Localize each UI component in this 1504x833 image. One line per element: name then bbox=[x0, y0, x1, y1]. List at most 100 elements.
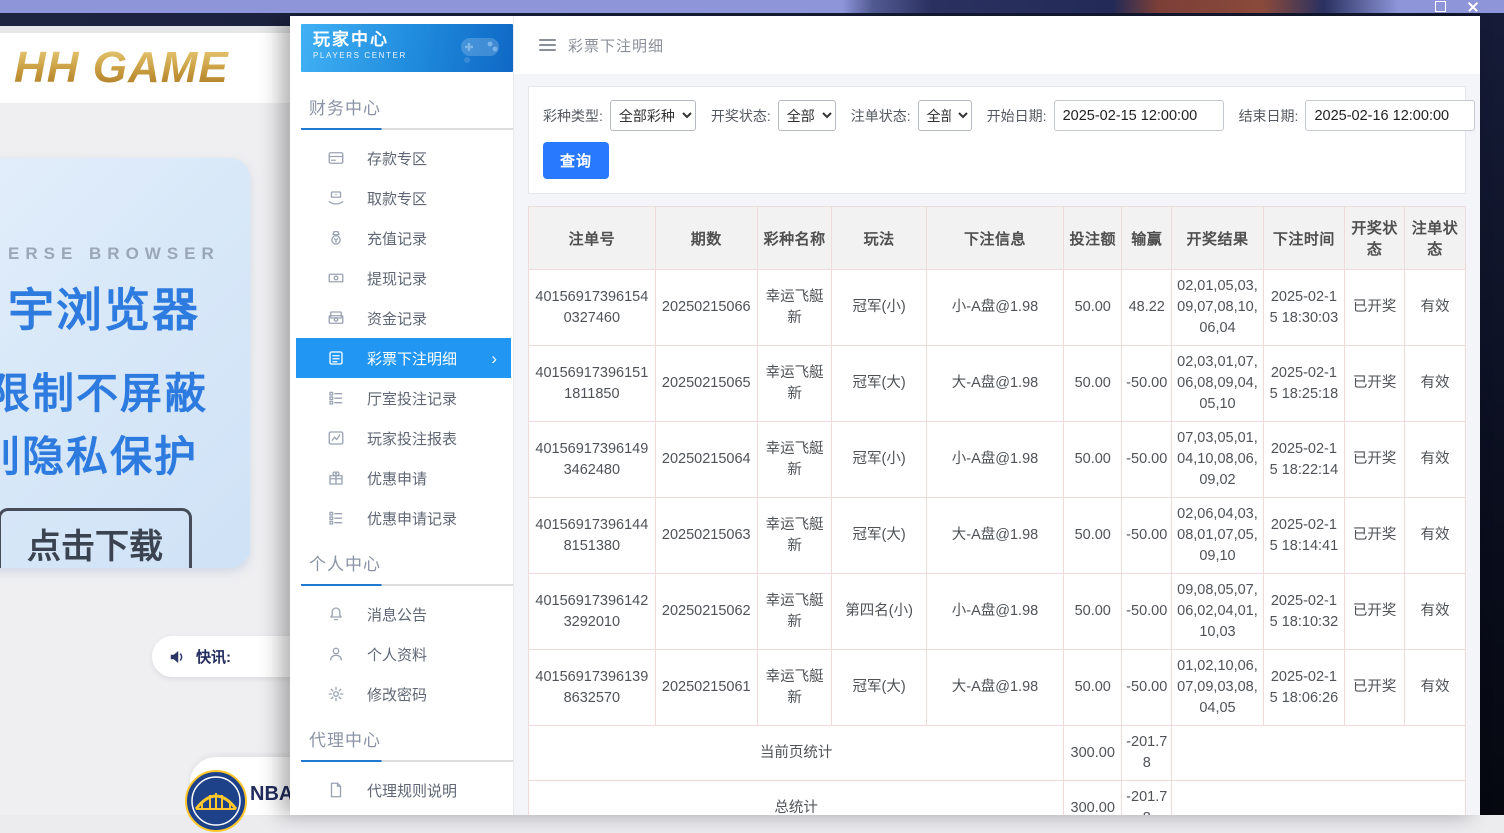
site-header: HH GAME bbox=[0, 33, 290, 103]
news-label: 快讯: bbox=[196, 646, 231, 667]
summary-empty bbox=[1172, 726, 1466, 781]
sidebar-item-withdraw-records[interactable]: 提现记录 bbox=[296, 258, 511, 298]
window-close-button[interactable] bbox=[1468, 2, 1478, 12]
sidebar-item-label: 消息公告 bbox=[367, 604, 427, 625]
nba-widget: NBA bbox=[190, 757, 290, 815]
speaker-icon bbox=[168, 648, 187, 666]
summary-win-total: -201.78 bbox=[1122, 781, 1172, 815]
sidebar: 玩家中心 PLAYERS CENTER 财务中心存款专区取款专区充值记录提现记录… bbox=[290, 16, 514, 815]
start-date-input[interactable] bbox=[1054, 100, 1224, 131]
table-cell: 02,06,04,03,08,01,07,05,09,10 bbox=[1172, 498, 1263, 574]
table-cell: 有效 bbox=[1405, 346, 1466, 422]
sidebar-item-label: 玩家投注报表 bbox=[367, 428, 457, 449]
browser-promo-banner[interactable]: ERSE BROWSER 宇浏览器 限制不屏蔽 别隐私保护 点击下载 bbox=[0, 158, 250, 568]
table-cell: 冠军(大) bbox=[832, 498, 926, 574]
table-cell: -50.00 bbox=[1122, 650, 1172, 726]
sidebar-item-change-password[interactable]: 修改密码 bbox=[296, 674, 511, 714]
moneybag-icon bbox=[327, 229, 345, 247]
column-header: 注单号 bbox=[529, 207, 656, 270]
card-icon bbox=[327, 149, 345, 167]
sidebar-item-funds-records[interactable]: 资金记录 bbox=[296, 298, 511, 338]
table-cell: 幸运飞艇新 bbox=[757, 346, 832, 422]
nba-label: NBA bbox=[250, 783, 293, 806]
column-header: 下注信息 bbox=[926, 207, 1064, 270]
lottery-type-select[interactable]: 全部彩种 bbox=[610, 100, 696, 131]
funds-icon bbox=[327, 309, 345, 327]
table-cell: 冠军(小) bbox=[832, 270, 926, 346]
summary-bet-total: 300.00 bbox=[1064, 726, 1122, 781]
sidebar-item-messages[interactable]: 消息公告 bbox=[296, 594, 511, 634]
menu-toggle-icon[interactable] bbox=[539, 39, 556, 51]
section-divider bbox=[301, 584, 513, 586]
file-icon bbox=[327, 781, 345, 799]
table-cell: 2025-02-15 18:30:03 bbox=[1263, 270, 1345, 346]
table-cell: 01,02,10,06,07,09,03,08,04,05 bbox=[1172, 650, 1263, 726]
window-maximize-button[interactable] bbox=[1435, 1, 1446, 12]
table-cell: 401569173961540327460 bbox=[529, 270, 656, 346]
table-cell: 大-A盘@1.98 bbox=[926, 498, 1064, 574]
promo-tagline-2: 别隐私保护 bbox=[0, 423, 250, 484]
table-cell: 已开奖 bbox=[1345, 498, 1405, 574]
search-button[interactable]: 查询 bbox=[543, 142, 609, 179]
sidebar-item-lottery-bet-details[interactable]: 彩票下注明细› bbox=[296, 338, 511, 378]
page-top-strip bbox=[0, 26, 290, 33]
sidebar-section-label: 个人中心 bbox=[290, 538, 513, 577]
summary-label: 总统计 bbox=[529, 781, 1064, 815]
table-cell: 50.00 bbox=[1064, 422, 1122, 498]
table-cell: 第四名(小) bbox=[832, 574, 926, 650]
column-header: 开奖结果 bbox=[1172, 207, 1263, 270]
table-cell: 09,08,05,07,06,02,04,01,10,03 bbox=[1172, 574, 1263, 650]
order-status-label: 注单状态: bbox=[851, 106, 911, 126]
background-page: HH GAME ERSE BROWSER 宇浏览器 限制不屏蔽 别隐私保护 点击… bbox=[0, 26, 290, 815]
sidebar-item-promo-apply-records[interactable]: 优惠申请记录 bbox=[296, 498, 511, 538]
gamepad-icon bbox=[457, 30, 503, 64]
column-header: 注单状态 bbox=[1405, 207, 1466, 270]
sidebar-item-agent-rules[interactable]: 代理规则说明 bbox=[296, 770, 511, 810]
table-cell: 小-A盘@1.98 bbox=[926, 422, 1064, 498]
sidebar-item-hall-bet-records[interactable]: 厅室投注记录 bbox=[296, 378, 511, 418]
sidebar-item-recharge-records[interactable]: 充值记录 bbox=[296, 218, 511, 258]
column-header: 玩法 bbox=[832, 207, 926, 270]
column-header: 开奖状态 bbox=[1345, 207, 1405, 270]
table-cell: 401569173961448151380 bbox=[529, 498, 656, 574]
sidebar-item-deposit-zone[interactable]: 存款专区 bbox=[296, 138, 511, 178]
sidebar-item-promo-apply[interactable]: 优惠申请 bbox=[296, 458, 511, 498]
table-row: 40156917396144815138020250215063幸运飞艇新冠军(… bbox=[529, 498, 1466, 574]
summary-empty bbox=[1172, 781, 1466, 815]
table-cell: 冠军(小) bbox=[832, 422, 926, 498]
end-date-label: 结束日期: bbox=[1239, 106, 1299, 126]
sidebar-item-label: 提现记录 bbox=[367, 268, 427, 289]
main-content: 彩票下注明细 彩种类型: 全部彩种 开奖状态: 全部 注单状态: 全部 bbox=[514, 16, 1480, 815]
table-cell: 401569173961493462480 bbox=[529, 422, 656, 498]
draw-status-select[interactable]: 全部 bbox=[778, 100, 836, 131]
sidebar-item-profile[interactable]: 个人资料 bbox=[296, 634, 511, 674]
sidebar-nav: 财务中心存款专区取款专区充值记录提现记录资金记录彩票下注明细›厅室投注记录玩家投… bbox=[290, 72, 513, 815]
sidebar-item-withdraw-zone[interactable]: 取款专区 bbox=[296, 178, 511, 218]
download-button[interactable]: 点击下载 bbox=[0, 508, 192, 568]
sidebar-item-label: 资金记录 bbox=[367, 308, 427, 329]
gift-icon bbox=[327, 469, 345, 487]
chart-icon bbox=[327, 429, 345, 447]
table-cell: 2025-02-15 18:10:32 bbox=[1263, 574, 1345, 650]
table-cell: 有效 bbox=[1405, 422, 1466, 498]
end-date-input[interactable] bbox=[1305, 100, 1475, 131]
table-cell: 幸运飞艇新 bbox=[757, 650, 832, 726]
sidebar-item-agent-team-stats[interactable]: 代理团队统计 bbox=[296, 810, 511, 815]
table-cell: 20250215061 bbox=[655, 650, 757, 726]
table-cell: 幸运飞艇新 bbox=[757, 270, 832, 346]
table-cell: 20250215066 bbox=[655, 270, 757, 346]
order-status-select[interactable]: 全部 bbox=[918, 100, 972, 131]
table-header-row: 注单号期数彩种名称玩法下注信息投注额输赢开奖结果下注时间开奖状态注单状态 bbox=[529, 207, 1466, 270]
player-center-panel: 玩家中心 PLAYERS CENTER 财务中心存款专区取款专区充值记录提现记录… bbox=[290, 16, 1480, 815]
sidebar-item-label: 代理规则说明 bbox=[367, 780, 457, 801]
sidebar-item-player-bet-report[interactable]: 玩家投注报表 bbox=[296, 418, 511, 458]
sidebar-section-label: 代理中心 bbox=[290, 714, 513, 753]
table-cell: 幸运飞艇新 bbox=[757, 422, 832, 498]
table-cell: 401569173961511811850 bbox=[529, 346, 656, 422]
table-cell: 401569173961398632570 bbox=[529, 650, 656, 726]
table-cell: 已开奖 bbox=[1345, 270, 1405, 346]
table-cell: 已开奖 bbox=[1345, 346, 1405, 422]
table-cell: 冠军(大) bbox=[832, 346, 926, 422]
table-cell: 已开奖 bbox=[1345, 650, 1405, 726]
sidebar-item-label: 充值记录 bbox=[367, 228, 427, 249]
